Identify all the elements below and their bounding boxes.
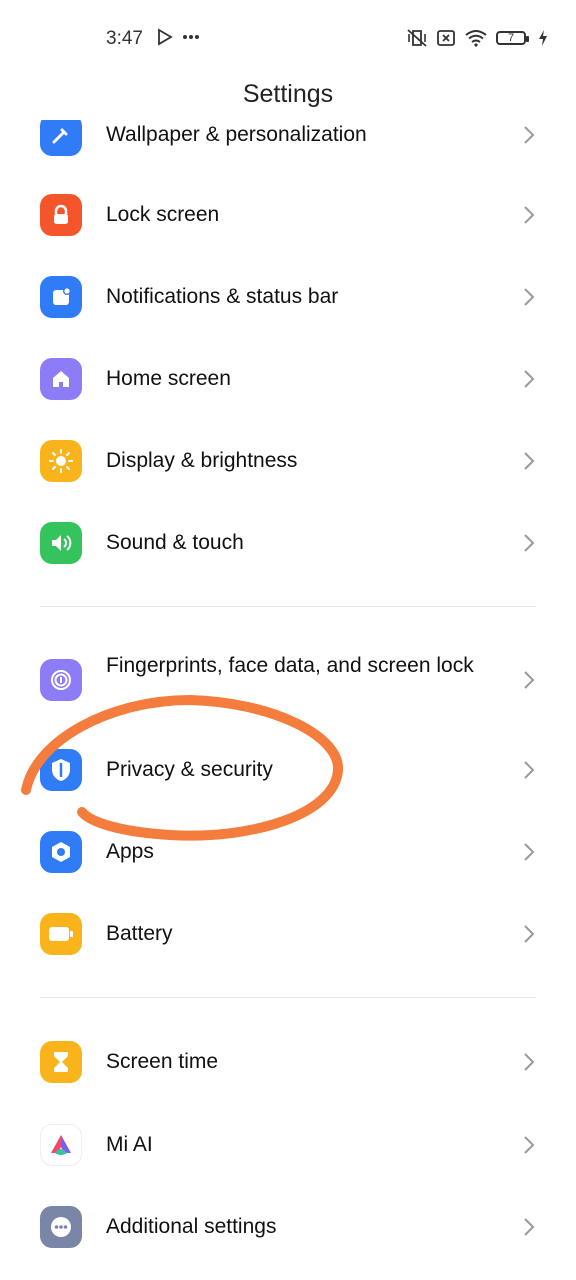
- status-left-icons: [156, 28, 200, 46]
- settings-item-label: Lock screen: [106, 203, 220, 226]
- battery-icon: [40, 913, 82, 955]
- settings-item-label: Display & brightness: [106, 449, 298, 472]
- chevron-right-icon: [522, 368, 536, 390]
- settings-item-label: Wallpaper & personalization: [106, 123, 367, 146]
- chevron-right-icon: [522, 669, 536, 691]
- settings-item-battery[interactable]: Battery: [0, 893, 576, 975]
- hourglass-icon: [40, 1041, 82, 1083]
- section-divider: [40, 606, 536, 607]
- settings-item-label: Screen time: [106, 1050, 219, 1073]
- mi-ai-icon: [40, 1124, 82, 1166]
- chevron-right-icon: [522, 286, 536, 308]
- chevron-right-icon: [522, 841, 536, 863]
- settings-item-label: Mi AI: [106, 1133, 153, 1156]
- settings-item-label: Privacy & security: [106, 758, 273, 781]
- vibrate-off-icon: [406, 28, 428, 48]
- settings-item-screen-time[interactable]: Screen time: [0, 1021, 576, 1103]
- more-dots-icon: [182, 34, 200, 40]
- chevron-right-icon: [522, 124, 536, 146]
- home-icon: [40, 358, 82, 400]
- settings-item-label: Fingerprints, face data, and screen lock: [106, 654, 474, 677]
- play-store-notification-icon: [156, 28, 174, 46]
- lock-icon: [40, 194, 82, 236]
- speaker-icon: [40, 522, 82, 564]
- settings-item-notifications[interactable]: Notifications & status bar: [0, 256, 576, 338]
- settings-item-privacy[interactable]: Privacy & security: [0, 729, 576, 811]
- settings-item-additional[interactable]: Additional settings: [0, 1186, 576, 1268]
- notification-icon: [40, 276, 82, 318]
- sim-off-icon: [436, 29, 456, 47]
- fingerprint-icon: [40, 659, 82, 701]
- settings-item-label: Notifications & status bar: [106, 285, 339, 308]
- charging-bolt-icon: [538, 30, 548, 46]
- chevron-right-icon: [522, 1051, 536, 1073]
- chevron-right-icon: [522, 532, 536, 554]
- settings-item-label: Additional settings: [106, 1215, 277, 1238]
- page-title: Settings: [242, 80, 334, 108]
- more-icon: [40, 1206, 82, 1248]
- status-right-icons: 7: [406, 28, 548, 48]
- settings-item-apps[interactable]: Apps: [0, 811, 576, 893]
- battery-indicator: 7: [496, 31, 529, 45]
- status-time: 3:47: [106, 28, 143, 49]
- chevron-right-icon: [522, 923, 536, 945]
- wallpaper-icon: [40, 114, 82, 156]
- settings-item-display[interactable]: Display & brightness: [0, 420, 576, 502]
- wifi-icon: [464, 29, 488, 47]
- settings-item-home-screen[interactable]: Home screen: [0, 338, 576, 420]
- chevron-right-icon: [522, 759, 536, 781]
- settings-item-sound[interactable]: Sound & touch: [0, 502, 576, 584]
- chevron-right-icon: [522, 1216, 536, 1238]
- chevron-right-icon: [522, 204, 536, 226]
- settings-item-label: Battery: [106, 922, 173, 945]
- settings-item-lock-screen[interactable]: Lock screen: [0, 174, 576, 256]
- chevron-right-icon: [522, 1134, 536, 1156]
- settings-item-label: Sound & touch: [106, 531, 244, 554]
- settings-item-label: Apps: [106, 840, 154, 863]
- settings-item-fingerprints[interactable]: Fingerprints, face data, and screen lock: [0, 640, 576, 720]
- shield-icon: [40, 749, 82, 791]
- section-divider: [40, 997, 536, 998]
- apps-icon: [40, 831, 82, 873]
- sun-icon: [40, 440, 82, 482]
- chevron-right-icon: [522, 450, 536, 472]
- settings-item-label: Home screen: [106, 367, 231, 390]
- settings-item-mi-ai[interactable]: Mi AI: [0, 1104, 576, 1186]
- status-bar: 3:47 7: [0, 0, 576, 80]
